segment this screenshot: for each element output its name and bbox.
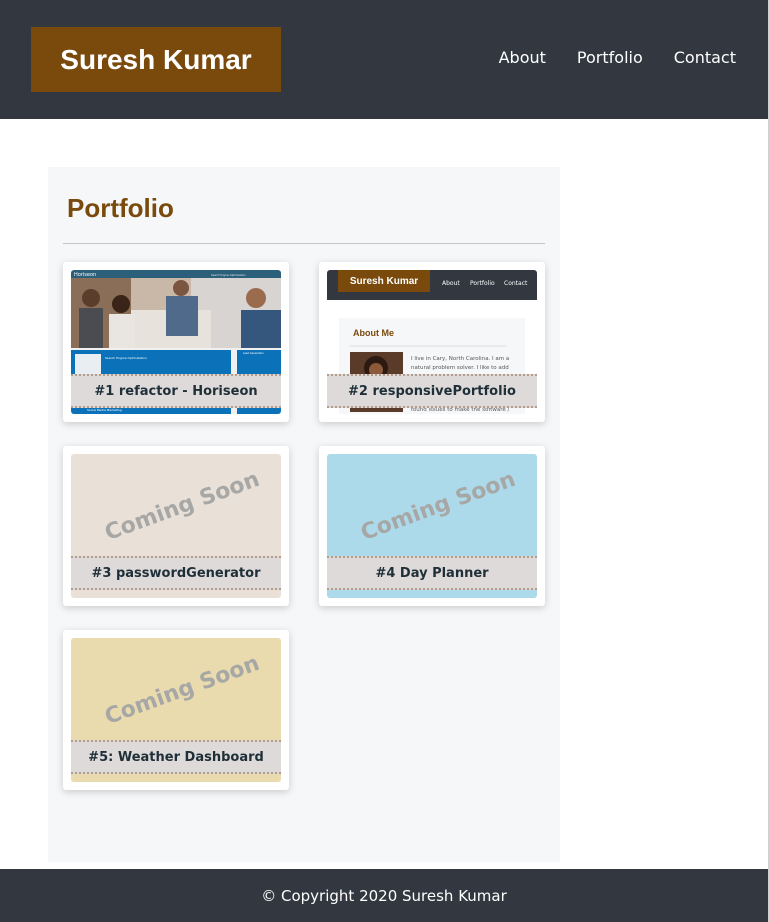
project-thumbnail-weather-dashboard: Coming Soon #5: Weather Dashboard xyxy=(71,638,281,782)
project-thumbnail-day-planner: Coming Soon #4 Day Planner xyxy=(327,454,537,598)
svg-text:Portfolio: Portfolio xyxy=(470,280,495,287)
divider xyxy=(63,243,545,244)
coming-soon-overlay: Coming Soon xyxy=(101,466,263,547)
svg-text:Search Engine Optimization: Search Engine Optimization xyxy=(211,273,246,277)
svg-text:Suresh Kumar: Suresh Kumar xyxy=(350,276,418,287)
svg-text:About Me: About Me xyxy=(353,328,394,338)
svg-text:Search Engine Optimization: Search Engine Optimization xyxy=(105,356,147,360)
site-header: Suresh Kumar About Portfolio Contact xyxy=(0,0,768,119)
project-card-password-generator[interactable]: Coming Soon #3 passwordGenerator xyxy=(63,446,289,606)
project-card-weather-dashboard[interactable]: Coming Soon #5: Weather Dashboard xyxy=(63,630,289,790)
project-thumbnail-horiseon: Horiseon Search Engine Optimization Sear xyxy=(71,270,281,414)
portfolio-title: Portfolio xyxy=(67,193,174,223)
nav-link-contact[interactable]: Contact xyxy=(674,48,736,67)
portfolio-section: Portfolio Horiseon Search Engine Optimiz… xyxy=(48,167,560,862)
project-card-responsive-portfolio[interactable]: Suresh Kumar About Portfolio Contact Abo… xyxy=(319,262,545,422)
coming-soon-overlay: Coming Soon xyxy=(357,466,519,547)
svg-text:Lead Generation: Lead Generation xyxy=(243,351,264,355)
brand-logo[interactable]: Suresh Kumar xyxy=(31,27,281,92)
svg-text:natural problem solver. I like: natural problem solver. I like to add xyxy=(411,365,509,371)
project-card-day-planner[interactable]: Coming Soon #4 Day Planner xyxy=(319,446,545,606)
svg-text:I live in Cary, North Carolina: I live in Cary, North Carolina. I am a xyxy=(411,356,509,362)
horiseon-logo-text: Horiseon xyxy=(74,272,96,278)
project-caption-weather-dashboard: #5: Weather Dashboard xyxy=(71,740,281,774)
project-thumbnail-password-generator: Coming Soon #3 passwordGenerator xyxy=(71,454,281,598)
project-caption-horiseon: #1 refactor - Horiseon xyxy=(71,374,281,408)
project-caption-day-planner: #4 Day Planner xyxy=(327,556,537,590)
main-nav: About Portfolio Contact xyxy=(499,48,736,67)
nav-link-about[interactable]: About xyxy=(499,48,546,67)
project-card-horiseon[interactable]: Horiseon Search Engine Optimization Sear xyxy=(63,262,289,422)
project-caption-password-generator: #3 passwordGenerator xyxy=(71,556,281,590)
svg-text:Contact: Contact xyxy=(504,280,528,287)
coming-soon-overlay: Coming Soon xyxy=(101,650,263,731)
project-caption-responsive-portfolio: #2 responsivePortfolio xyxy=(327,374,537,408)
site-footer: © Copyright 2020 Suresh Kumar xyxy=(0,869,768,922)
svg-text:About: About xyxy=(442,280,460,287)
project-thumbnail-responsive-portfolio: Suresh Kumar About Portfolio Contact Abo… xyxy=(327,270,537,414)
svg-text:Social Media Marketing: Social Media Marketing xyxy=(87,408,122,412)
copyright-text: © Copyright 2020 Suresh Kumar xyxy=(261,886,507,905)
nav-link-portfolio[interactable]: Portfolio xyxy=(577,48,643,67)
